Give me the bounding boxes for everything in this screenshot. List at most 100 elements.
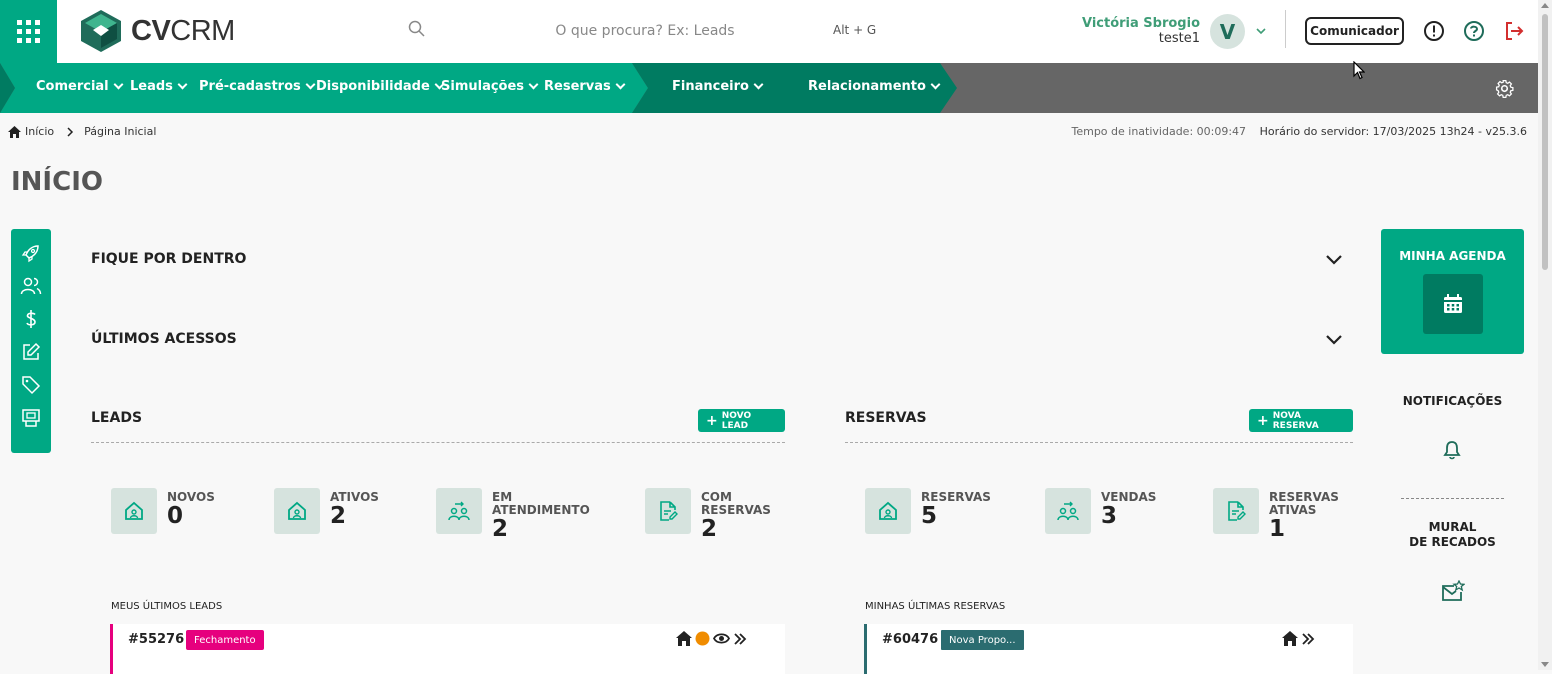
- search-shortcut-hint: Alt + G: [833, 23, 877, 37]
- page-title: INÍCIO: [11, 167, 103, 197]
- nav-item-disponibilidade[interactable]: Disponibilidade: [316, 79, 445, 94]
- inactivity-time: Tempo de inatividade: 00:09:47: [1071, 125, 1247, 138]
- stat-leads-em-atendimento[interactable]: EM ATENDIMENTO 2: [436, 488, 592, 541]
- nav-item-financeiro[interactable]: Financeiro: [672, 79, 764, 94]
- tag-icon[interactable]: [21, 375, 41, 395]
- dollar-icon[interactable]: [21, 309, 41, 329]
- breadcrumb-current: Página Inicial: [84, 125, 157, 138]
- reservas-title: RESERVAS: [845, 410, 927, 426]
- chevron-right-icon: [67, 126, 74, 137]
- nav-item-relacionamento[interactable]: Relacionamento: [808, 79, 941, 94]
- stat-leads-com-reservas[interactable]: COM RESERVAS 2: [645, 488, 771, 541]
- brand-name: CVCRM: [131, 14, 235, 47]
- status-badge: Nova Propo...: [941, 630, 1024, 650]
- stat-leads-ativos[interactable]: ATIVOS 2: [274, 488, 379, 534]
- apps-grid-button[interactable]: [0, 0, 57, 63]
- document-edit-icon: [1228, 501, 1246, 521]
- search-input[interactable]: [480, 18, 810, 44]
- home-icon[interactable]: [676, 631, 692, 646]
- top-header: CVCRM Alt + G Victória Sbrogio teste1 V …: [0, 0, 1538, 63]
- status-dot-icon: [695, 631, 710, 646]
- communicator-button[interactable]: Comunicador: [1305, 17, 1404, 45]
- stat-reservas-ativas[interactable]: RESERVAS ATIVAS 1: [1213, 488, 1339, 541]
- user-name: Victória Sbrogio: [1081, 16, 1200, 31]
- search-icon[interactable]: [408, 20, 426, 38]
- users-exchange-icon: [448, 501, 470, 521]
- accordion-title: FIQUE POR DENTRO: [91, 251, 247, 267]
- home-icon[interactable]: [8, 125, 21, 138]
- page-scrollbar[interactable]: [1538, 0, 1552, 670]
- divider: [91, 442, 785, 443]
- calendar-button[interactable]: [1423, 274, 1483, 334]
- accordion-title: ÚLTIMOS ACESSOS: [91, 331, 237, 347]
- mail-star-icon[interactable]: [1441, 580, 1465, 602]
- lead-id: #55276: [128, 632, 185, 647]
- breadcrumb-home[interactable]: Início: [25, 125, 54, 138]
- document-edit-icon: [660, 501, 678, 521]
- scrollbar-thumb[interactable]: [1542, 14, 1548, 270]
- accordion-ultimos-acessos[interactable]: ÚLTIMOS ACESSOS: [91, 326, 1343, 352]
- nav-item-reservas[interactable]: Reservas: [544, 79, 626, 94]
- my-agenda-card[interactable]: MINHA AGENDA: [1381, 229, 1524, 354]
- header-divider: [1285, 10, 1286, 48]
- reservas-list-title: MINHAS ÚLTIMAS RESERVAS: [865, 601, 1006, 612]
- main-nav: Comercial Leads Pré-cadastros Disponibil…: [0, 63, 1538, 113]
- home-icon: [125, 501, 143, 520]
- leads-list-title: MEUS ÚLTIMOS LEADS: [111, 601, 223, 612]
- nav-item-pre-cadastros[interactable]: Pré-cadastros: [199, 79, 316, 94]
- new-reserva-button[interactable]: + NOVA RESERVA: [1249, 409, 1353, 432]
- quick-sidebar: [11, 229, 51, 453]
- divider: [845, 442, 1353, 443]
- new-lead-button[interactable]: + NOVO LEAD: [698, 409, 785, 432]
- mural-title: MURAL DE RECADOS: [1409, 520, 1496, 549]
- scroll-up-arrow-icon[interactable]: [1541, 3, 1549, 8]
- mouse-cursor-icon: [1353, 61, 1365, 80]
- home-icon[interactable]: [1282, 631, 1298, 646]
- chevron-down-icon[interactable]: [1255, 25, 1267, 37]
- nav-item-leads[interactable]: Leads: [130, 79, 188, 94]
- lead-card[interactable]: #55276 Fechamento: [110, 624, 785, 674]
- users-icon[interactable]: [20, 276, 42, 296]
- scroll-down-arrow-icon[interactable]: [1541, 662, 1549, 667]
- bell-icon[interactable]: [1443, 440, 1461, 460]
- reserva-card[interactable]: #60476 Nova Propo...: [864, 624, 1353, 674]
- user-role: teste1: [1158, 31, 1200, 46]
- chevron-down-icon[interactable]: [1325, 253, 1343, 265]
- plus-icon: +: [1257, 412, 1269, 429]
- plus-icon: +: [706, 412, 718, 429]
- stat-vendas[interactable]: VENDAS 3: [1045, 488, 1156, 534]
- double-chevron-right-icon[interactable]: [733, 632, 747, 646]
- eye-icon[interactable]: [713, 631, 730, 646]
- nav-item-simulacoes[interactable]: Simulações: [441, 79, 539, 94]
- status-badge: Fechamento: [186, 630, 264, 650]
- leads-title: LEADS: [91, 410, 143, 426]
- brand-logo[interactable]: CVCRM: [81, 10, 235, 52]
- calendar-icon: [1444, 294, 1462, 313]
- stat-leads-novos[interactable]: NOVOS 0: [111, 488, 215, 534]
- nav-item-comercial[interactable]: Comercial: [36, 79, 124, 94]
- reserva-id: #60476: [882, 632, 939, 647]
- home-icon: [288, 501, 306, 520]
- user-info[interactable]: Victória Sbrogio teste1: [1082, 16, 1200, 46]
- accordion-fique-por-dentro[interactable]: FIQUE POR DENTRO: [91, 246, 1343, 272]
- edit-icon[interactable]: [21, 342, 41, 362]
- divider: [1401, 498, 1504, 499]
- server-info: Tempo de inatividade: 00:09:47 Horário d…: [1071, 125, 1527, 138]
- stat-reservas[interactable]: RESERVAS 5: [865, 488, 991, 534]
- users-exchange-icon: [1057, 501, 1079, 521]
- logout-icon[interactable]: [1503, 20, 1525, 42]
- cube-logo-icon: [81, 10, 121, 52]
- info-icon[interactable]: [1423, 20, 1445, 42]
- help-icon[interactable]: [1463, 20, 1485, 42]
- server-time: Horário do servidor: 17/03/2025 13h24 - …: [1259, 125, 1527, 138]
- agenda-title: MINHA AGENDA: [1399, 249, 1506, 263]
- rocket-icon[interactable]: [21, 243, 41, 263]
- gear-icon[interactable]: [1495, 79, 1514, 98]
- grid-icon: [17, 20, 40, 43]
- double-chevron-right-icon[interactable]: [1301, 632, 1315, 646]
- breadcrumb: Início Página Inicial: [8, 125, 156, 138]
- avatar[interactable]: V: [1210, 14, 1245, 49]
- home-icon: [879, 501, 897, 520]
- cash-register-icon[interactable]: [21, 408, 41, 428]
- chevron-down-icon[interactable]: [1325, 333, 1343, 345]
